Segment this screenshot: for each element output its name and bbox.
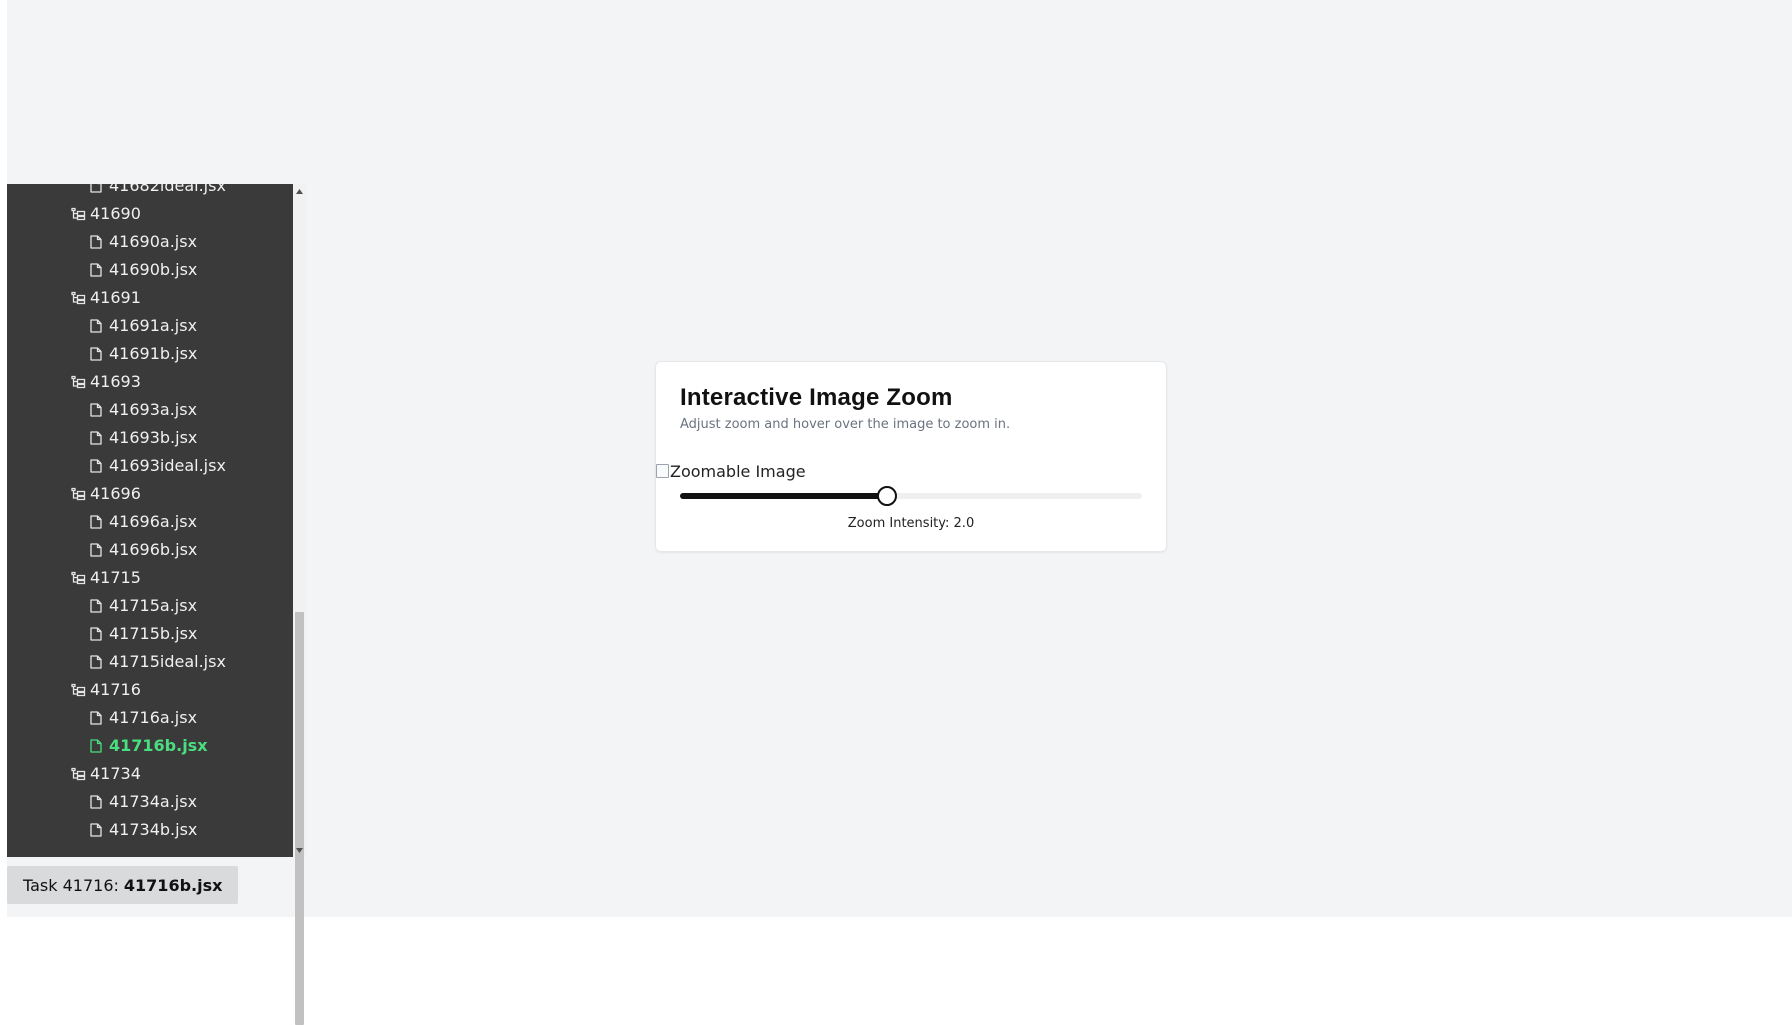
zoom-card: Interactive Image Zoom Adjust zoom and h…	[655, 361, 1167, 552]
tree-file-item[interactable]: 41715b.jsx	[7, 620, 293, 648]
tree-folder-icon	[70, 206, 86, 222]
file-icon	[88, 184, 104, 194]
tree-file-item[interactable]: 41696b.jsx	[7, 536, 293, 564]
tree-file-item[interactable]: 41693b.jsx	[7, 424, 293, 452]
slider-thumb[interactable]	[876, 486, 897, 506]
tree-item-label: 41696a.jsx	[109, 512, 198, 531]
broken-image-icon	[656, 464, 669, 478]
tree-file-item[interactable]: 41690b.jsx	[7, 256, 293, 284]
file-icon	[88, 710, 104, 726]
tree-item-label: 41696b.jsx	[109, 540, 198, 559]
tree-folder-item[interactable]: 41715	[7, 564, 293, 592]
tree-folder-icon	[70, 486, 86, 502]
tree-file-item[interactable]: 41734a.jsx	[7, 788, 293, 816]
zoomable-image[interactable]: Zoomable Image	[656, 461, 806, 481]
file-icon	[88, 822, 104, 838]
tree-folder-item[interactable]: 41691	[7, 284, 293, 312]
tree-item-label: 41693ideal.jsx	[109, 456, 226, 475]
tree-file-item[interactable]: 41691b.jsx	[7, 340, 293, 368]
zoom-intensity-label: Zoom Intensity: 2.0	[847, 516, 975, 531]
tree-file-item[interactable]: 41691a.jsx	[7, 312, 293, 340]
task-prefix: Task 41716:	[23, 875, 119, 895]
card-subtitle: Adjust zoom and hover over the image to …	[680, 417, 1011, 432]
task-file-name: 41716b.jsx	[123, 875, 223, 895]
file-icon	[88, 514, 104, 530]
tree-folder-icon	[70, 374, 86, 390]
tree-item-label: 41690b.jsx	[109, 260, 198, 279]
file-icon	[88, 318, 104, 334]
tree-item-label: 41690	[90, 204, 141, 223]
tree-item-label: 41716b.jsx	[109, 736, 208, 755]
task-label: Task 41716: 41716b.jsx	[7, 866, 239, 904]
zoom-slider[interactable]	[680, 486, 1142, 506]
tree-folder-icon	[70, 682, 86, 698]
tree-file-item[interactable]: 41693ideal.jsx	[7, 452, 293, 480]
tree-item-label: 41715	[90, 568, 141, 587]
file-icon	[88, 654, 104, 670]
tree-file-item[interactable]: 41690a.jsx	[7, 228, 293, 256]
file-icon	[88, 402, 104, 418]
card-title: Interactive Image Zoom	[680, 384, 953, 411]
tree-item-label: 41716	[90, 680, 141, 699]
file-icon	[88, 234, 104, 250]
tree-item-label: 41734	[90, 764, 141, 783]
tree-item-label: 41690a.jsx	[109, 232, 198, 251]
tree-folder-item[interactable]: 41690	[7, 200, 293, 228]
tree-item-label: 41693b.jsx	[109, 428, 198, 447]
tree-folder-icon	[70, 290, 86, 306]
scrollbar-thumb[interactable]	[295, 612, 304, 1025]
tree-file-item[interactable]: 41716a.jsx	[7, 704, 293, 732]
tree-item-label: 41693	[90, 372, 141, 391]
tree-item-label: 41691	[90, 288, 141, 307]
file-icon	[88, 262, 104, 278]
scroll-down-arrow-icon[interactable]	[293, 843, 306, 857]
file-tree-list: 41682ideal.jsx 41690 41690a.jsx 41690b.jsx 4…	[7, 184, 293, 844]
tree-file-item[interactable]: 41696a.jsx	[7, 508, 293, 536]
tree-file-item[interactable]: 41693a.jsx	[7, 396, 293, 424]
tree-item-label: 41716a.jsx	[109, 708, 198, 727]
tree-folder-item[interactable]: 41716	[7, 676, 293, 704]
tree-item-label: 41715b.jsx	[109, 624, 198, 643]
tree-file-item[interactable]: 41734b.jsx	[7, 816, 293, 844]
tree-folder-item[interactable]: 41734	[7, 760, 293, 788]
file-icon	[88, 542, 104, 558]
file-icon	[88, 430, 104, 446]
tree-file-item[interactable]: 41716b.jsx	[7, 732, 293, 760]
tree-item-label: 41691a.jsx	[109, 316, 198, 335]
file-tree-scrollbar[interactable]	[293, 184, 306, 1025]
tree-file-item[interactable]: 41682ideal.jsx	[7, 184, 293, 200]
tree-item-label: 41682ideal.jsx	[109, 184, 226, 195]
scroll-up-arrow-icon[interactable]	[293, 184, 306, 198]
tree-folder-item[interactable]: 41696	[7, 480, 293, 508]
tree-folder-item[interactable]: 41693	[7, 368, 293, 396]
file-icon	[88, 626, 104, 642]
file-icon	[88, 738, 104, 754]
tree-item-label: 41734b.jsx	[109, 820, 198, 839]
tree-folder-icon	[70, 766, 86, 782]
tree-file-item[interactable]: 41715a.jsx	[7, 592, 293, 620]
file-icon	[88, 794, 104, 810]
tree-item-label: 41715ideal.jsx	[109, 652, 226, 671]
file-icon	[88, 346, 104, 362]
tree-item-label: 41691b.jsx	[109, 344, 198, 363]
slider-fill	[680, 493, 887, 499]
tree-item-label: 41693a.jsx	[109, 400, 198, 419]
tree-item-label: 41696	[90, 484, 141, 503]
tree-item-label: 41734a.jsx	[109, 792, 198, 811]
image-alt-text: Zoomable Image	[670, 461, 806, 481]
tree-file-item[interactable]: 41715ideal.jsx	[7, 648, 293, 676]
file-icon	[88, 458, 104, 474]
file-tree-panel: 41682ideal.jsx 41690 41690a.jsx 41690b.jsx 4…	[7, 184, 293, 857]
tree-item-label: 41715a.jsx	[109, 596, 198, 615]
file-icon	[88, 598, 104, 614]
tree-folder-icon	[70, 570, 86, 586]
